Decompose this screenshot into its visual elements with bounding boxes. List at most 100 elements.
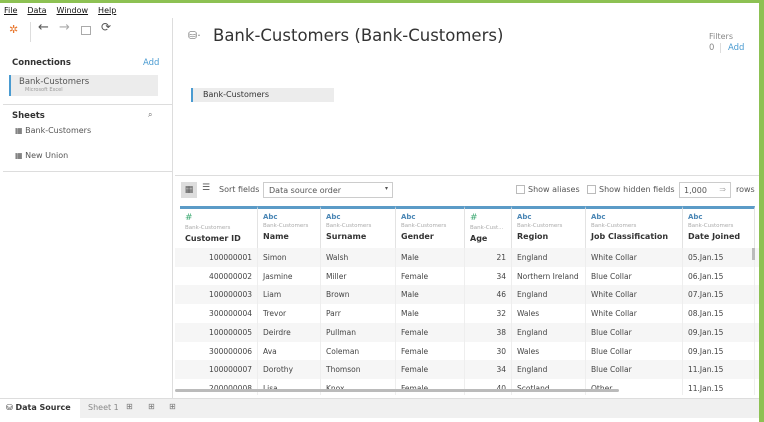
table-cell: 100000001 xyxy=(180,248,258,267)
grid-body: 100000001 Simon Walsh Male 21 England White Co… xyxy=(175,248,759,395)
table-cell: Blue Collar xyxy=(586,266,683,286)
table-row[interactable]: 200000008LisaKnoxFemale40ScotlandOther11… xyxy=(175,378,759,395)
search-icon[interactable]: ⌕ xyxy=(148,110,152,120)
column-name[interactable]: Surname xyxy=(326,232,391,241)
tableau-logo-icon[interactable]: ✲ xyxy=(9,23,18,36)
list-view-icon[interactable]: ☰ xyxy=(202,183,210,193)
column-source: Bank-Customers xyxy=(591,223,637,229)
number-type-icon[interactable]: # xyxy=(185,213,253,223)
tab-sheet1[interactable]: Sheet 1 xyxy=(88,403,119,412)
table-cell: Simon xyxy=(258,248,321,267)
table-cell: Female xyxy=(396,266,465,286)
add-connection-link[interactable]: Add xyxy=(143,58,159,68)
table-cell: Deirdre xyxy=(258,322,321,342)
menu-bar: File Data Window Help xyxy=(0,3,759,18)
table-cell: 11.Jan.15 xyxy=(683,360,755,380)
table-cell: 34 xyxy=(465,266,512,286)
save-icon[interactable] xyxy=(81,26,91,35)
column-source: Bank-Customers xyxy=(326,223,372,229)
column-name[interactable]: Region xyxy=(517,232,581,241)
number-type-icon[interactable]: # xyxy=(470,213,507,223)
string-type-icon[interactable]: Abc xyxy=(688,213,750,221)
show-hidden-fields-checkbox[interactable]: Show hidden fields xyxy=(587,185,675,194)
table-cell: 21 xyxy=(465,248,512,267)
column-header[interactable]: # Bank-Cust... Age xyxy=(465,206,512,248)
rows-value: 1,000 xyxy=(684,186,707,195)
table-row[interactable]: 100000003 Liam Brown Male 46 England White Col… xyxy=(175,285,759,305)
tab-data-source[interactable]: ⛁ Data Source xyxy=(0,399,80,418)
menu-file[interactable]: File xyxy=(4,6,17,15)
datasource-icon[interactable]: ⛁· xyxy=(188,29,201,42)
connection-item[interactable]: Bank-Customers Microsoft Excel xyxy=(9,75,158,96)
rows-input[interactable]: 1,000 ⇒ xyxy=(679,182,731,198)
table-cell: Brown xyxy=(321,285,396,305)
table-cell: 46 xyxy=(465,285,512,305)
column-name[interactable]: Customer ID xyxy=(185,234,253,243)
table-cell: Lisa xyxy=(258,378,321,395)
table-cell: Walsh xyxy=(321,248,396,267)
new-union-item[interactable]: ▦ New Union xyxy=(15,151,68,160)
new-dashboard-icon[interactable]: ⊞ xyxy=(148,402,155,411)
table-cell: White Collar xyxy=(586,248,683,267)
connections-heading: Connections xyxy=(12,58,71,68)
table-row[interactable]: 100000007 Dorothy Thomson Female 34 England Bl… xyxy=(175,360,759,380)
column-header[interactable]: Abc Bank-Customers Job Classification xyxy=(586,206,683,248)
table-cell: 09.Jan.15 xyxy=(683,322,755,342)
sheet-item[interactable]: ▦ Bank-Customers xyxy=(15,126,91,135)
column-name[interactable]: Gender xyxy=(401,232,460,241)
column-name[interactable]: Job Classification xyxy=(591,232,678,241)
grid-view-icon[interactable]: ▦ xyxy=(181,182,197,198)
column-header[interactable]: Abc Bank-Customers Name xyxy=(258,206,321,248)
table-cell: 100000007 xyxy=(180,360,258,380)
string-type-icon[interactable]: Abc xyxy=(263,213,316,221)
table-row[interactable]: 400000002 Jasmine Miller Female 34 Northern I… xyxy=(175,266,759,286)
filters-label: Filters xyxy=(709,32,733,41)
column-header[interactable]: Abc Bank-Customers Gender xyxy=(396,206,465,248)
table-cell: Pullman xyxy=(321,322,396,342)
menu-help[interactable]: Help xyxy=(98,6,116,15)
table-row[interactable]: 100000005 Deirdre Pullman Female 38 England Bl… xyxy=(175,322,759,342)
vertical-scrollbar[interactable] xyxy=(752,248,755,260)
table-row[interactable]: 100000001 Simon Walsh Male 21 England White Co… xyxy=(175,248,759,267)
horizontal-scrollbar[interactable] xyxy=(175,389,619,392)
string-type-icon[interactable]: Abc xyxy=(591,213,678,221)
sort-fields-select[interactable]: Data source order ▾ xyxy=(263,182,393,198)
add-filter-link[interactable]: Add xyxy=(728,43,744,53)
arrow-right-icon[interactable]: ⇒ xyxy=(719,185,726,194)
column-name[interactable]: Name xyxy=(263,232,316,241)
column-source: Bank-Customers xyxy=(185,225,231,231)
table-cell: England xyxy=(512,285,586,305)
column-header[interactable]: Abc Bank-Customers Date Joined xyxy=(683,206,755,248)
canvas-table-pill[interactable]: Bank-Customers xyxy=(191,88,334,102)
table-cell: Northern Ireland xyxy=(512,266,586,286)
table-cell: Female xyxy=(396,360,465,380)
refresh-icon[interactable]: ⟳ xyxy=(101,20,111,34)
table-cell: Wales xyxy=(512,304,586,324)
column-name[interactable]: Date Joined xyxy=(688,232,750,241)
menu-window[interactable]: Window xyxy=(57,6,89,15)
column-header[interactable]: Abc Bank-Customers Region xyxy=(512,206,586,248)
string-type-icon[interactable]: Abc xyxy=(401,213,460,221)
table-cell: Jasmine xyxy=(258,266,321,286)
column-header[interactable]: Abc Bank-Customers Surname xyxy=(321,206,396,248)
back-icon[interactable]: ← xyxy=(38,20,49,35)
column-name[interactable]: Age xyxy=(470,234,507,243)
column-header[interactable]: # Bank-Customers Customer ID xyxy=(180,206,258,248)
string-type-icon[interactable]: Abc xyxy=(517,213,581,221)
menu-data[interactable]: Data xyxy=(27,6,46,15)
table-cell: Liam xyxy=(258,285,321,305)
table-cell: Blue Collar xyxy=(586,360,683,380)
new-worksheet-icon[interactable]: ⊞ xyxy=(126,402,133,411)
table-row[interactable]: 300000006 Ava Coleman Female 30 Wales Blue Col… xyxy=(175,341,759,361)
table-cell: 40 xyxy=(465,378,512,395)
show-aliases-checkbox[interactable]: Show aliases xyxy=(516,185,580,194)
table-row[interactable]: 300000004 Trevor Parr Male 32 Wales White Coll… xyxy=(175,304,759,324)
string-type-icon[interactable]: Abc xyxy=(326,213,391,221)
table-cell: Male xyxy=(396,285,465,305)
table-cell: Scotland xyxy=(512,378,586,395)
new-story-icon[interactable]: ⊞ xyxy=(169,402,176,411)
forward-icon[interactable]: → xyxy=(59,20,70,35)
table-cell: England xyxy=(512,360,586,380)
page-title[interactable]: Bank-Customers (Bank-Customers) xyxy=(213,26,503,45)
table-cell: Male xyxy=(396,304,465,324)
